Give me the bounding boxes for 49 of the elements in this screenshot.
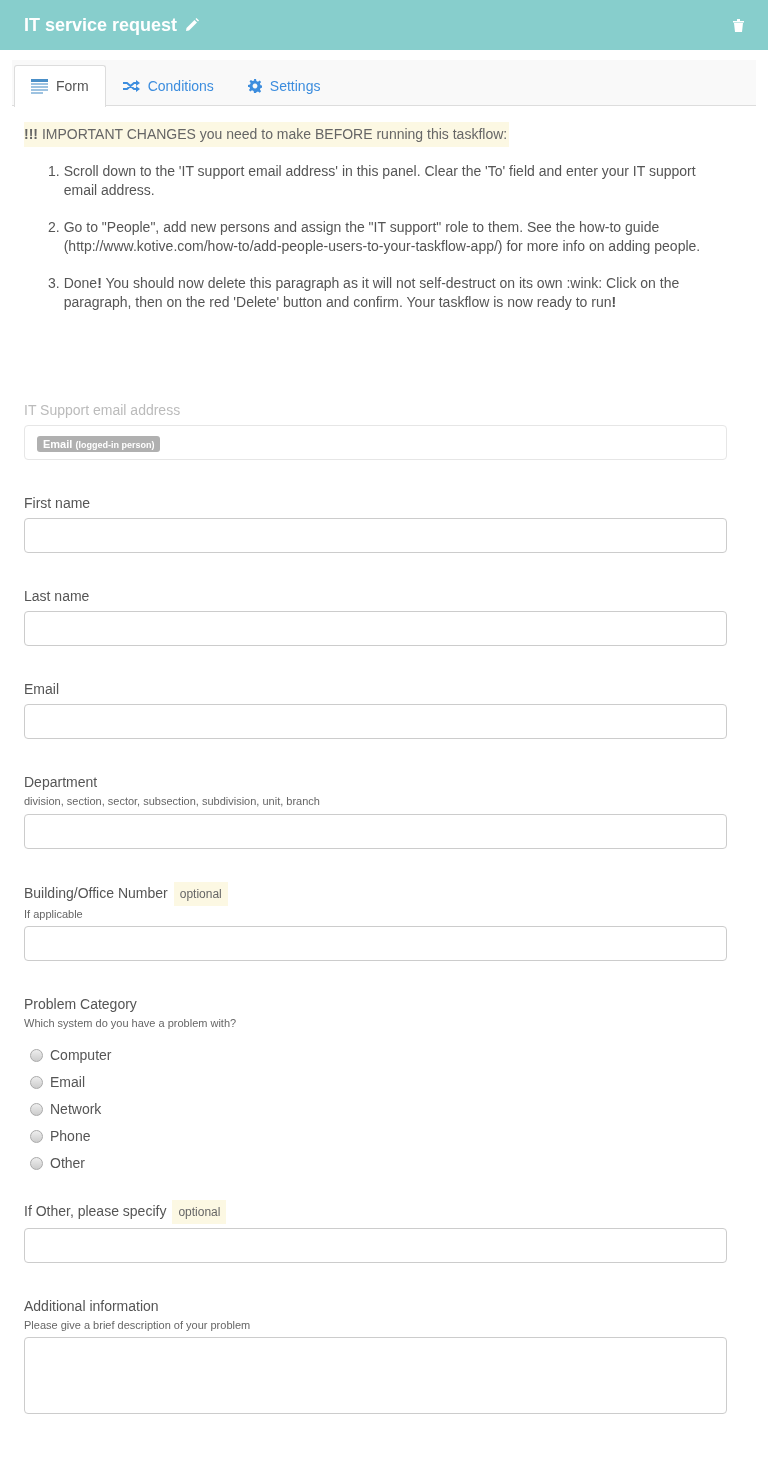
field-label: Email bbox=[24, 680, 59, 699]
gear-icon bbox=[247, 79, 262, 93]
list-number: 1. bbox=[48, 162, 60, 181]
form-icon bbox=[31, 78, 48, 95]
trash-icon[interactable] bbox=[733, 18, 744, 32]
radio-button[interactable] bbox=[30, 1048, 43, 1062]
list-number: 3. bbox=[48, 274, 60, 293]
list-item: Go to "People", add new persons and assign the "IT support" role to them. See the how-to guide (http://www.kotive.com/how-to/add-people-users-to-your-taskflow-app/) for more info on adding people. bbox=[63, 218, 702, 256]
edit-icon[interactable] bbox=[185, 18, 200, 32]
optional-tag: optional bbox=[172, 1199, 227, 1224]
field-label: Additional information bbox=[24, 1296, 159, 1316]
option-label: Other bbox=[50, 1153, 85, 1173]
field-label: First name bbox=[24, 494, 91, 513]
field-label: Last name bbox=[24, 587, 90, 606]
help-text: Please give a brief description of your problem bbox=[24, 1317, 252, 1333]
help-text: division, section, sector, subsection, subdivision, unit, branch bbox=[24, 794, 321, 809]
tab[interactable]: Conditions bbox=[105, 65, 231, 106]
field-label: If Other, please specify bbox=[24, 1202, 167, 1221]
input-field[interactable] bbox=[24, 704, 727, 739]
email-token: Email (logged-in person) bbox=[37, 436, 161, 452]
tab[interactable]: Settings bbox=[230, 65, 338, 106]
shuffle-icon bbox=[122, 80, 140, 92]
radio-button[interactable] bbox=[30, 1075, 43, 1089]
help-text: Which system do you have a problem with? bbox=[24, 1016, 238, 1031]
option-label: Email bbox=[50, 1072, 85, 1092]
radio-button[interactable] bbox=[30, 1102, 43, 1116]
input-field[interactable] bbox=[24, 1227, 727, 1263]
field-label: Department bbox=[24, 773, 98, 792]
option-label: Network bbox=[50, 1099, 102, 1119]
list-item: Scroll down to the 'IT support email address' in this panel. Clear the 'To' field and enter your IT support email address. bbox=[63, 162, 697, 200]
field-label: Problem Category bbox=[24, 995, 137, 1014]
radio-button[interactable] bbox=[30, 1129, 43, 1143]
option-label: Computer bbox=[50, 1045, 112, 1065]
input-field[interactable] bbox=[24, 926, 727, 961]
list-item: Done! You should now delete this paragraph as it will not self-destruct on its own :wink: Click on the paragraph, then on the red 'Delete' button and confirm. Your taskflow is now ready to run! bbox=[63, 274, 681, 312]
text-area[interactable] bbox=[24, 1337, 727, 1414]
input-field[interactable] bbox=[24, 518, 727, 553]
list-number: 2. bbox=[48, 218, 60, 237]
input-field[interactable] bbox=[24, 611, 727, 646]
field-label: Building/Office Number bbox=[24, 884, 168, 903]
radio-button[interactable] bbox=[30, 1156, 43, 1170]
page-title: IT service request bbox=[24, 13, 178, 37]
optional-tag: optional bbox=[173, 881, 228, 906]
input-field[interactable] bbox=[24, 813, 727, 849]
notice-heading: !!! IMPORTANT CHANGES you need to make BEFORE running this taskflow: bbox=[24, 122, 510, 147]
help-text: If applicable bbox=[24, 906, 84, 922]
option-label: Phone bbox=[50, 1126, 91, 1146]
tab[interactable]: Form bbox=[14, 65, 106, 107]
field-label: IT Support email address bbox=[24, 401, 181, 420]
